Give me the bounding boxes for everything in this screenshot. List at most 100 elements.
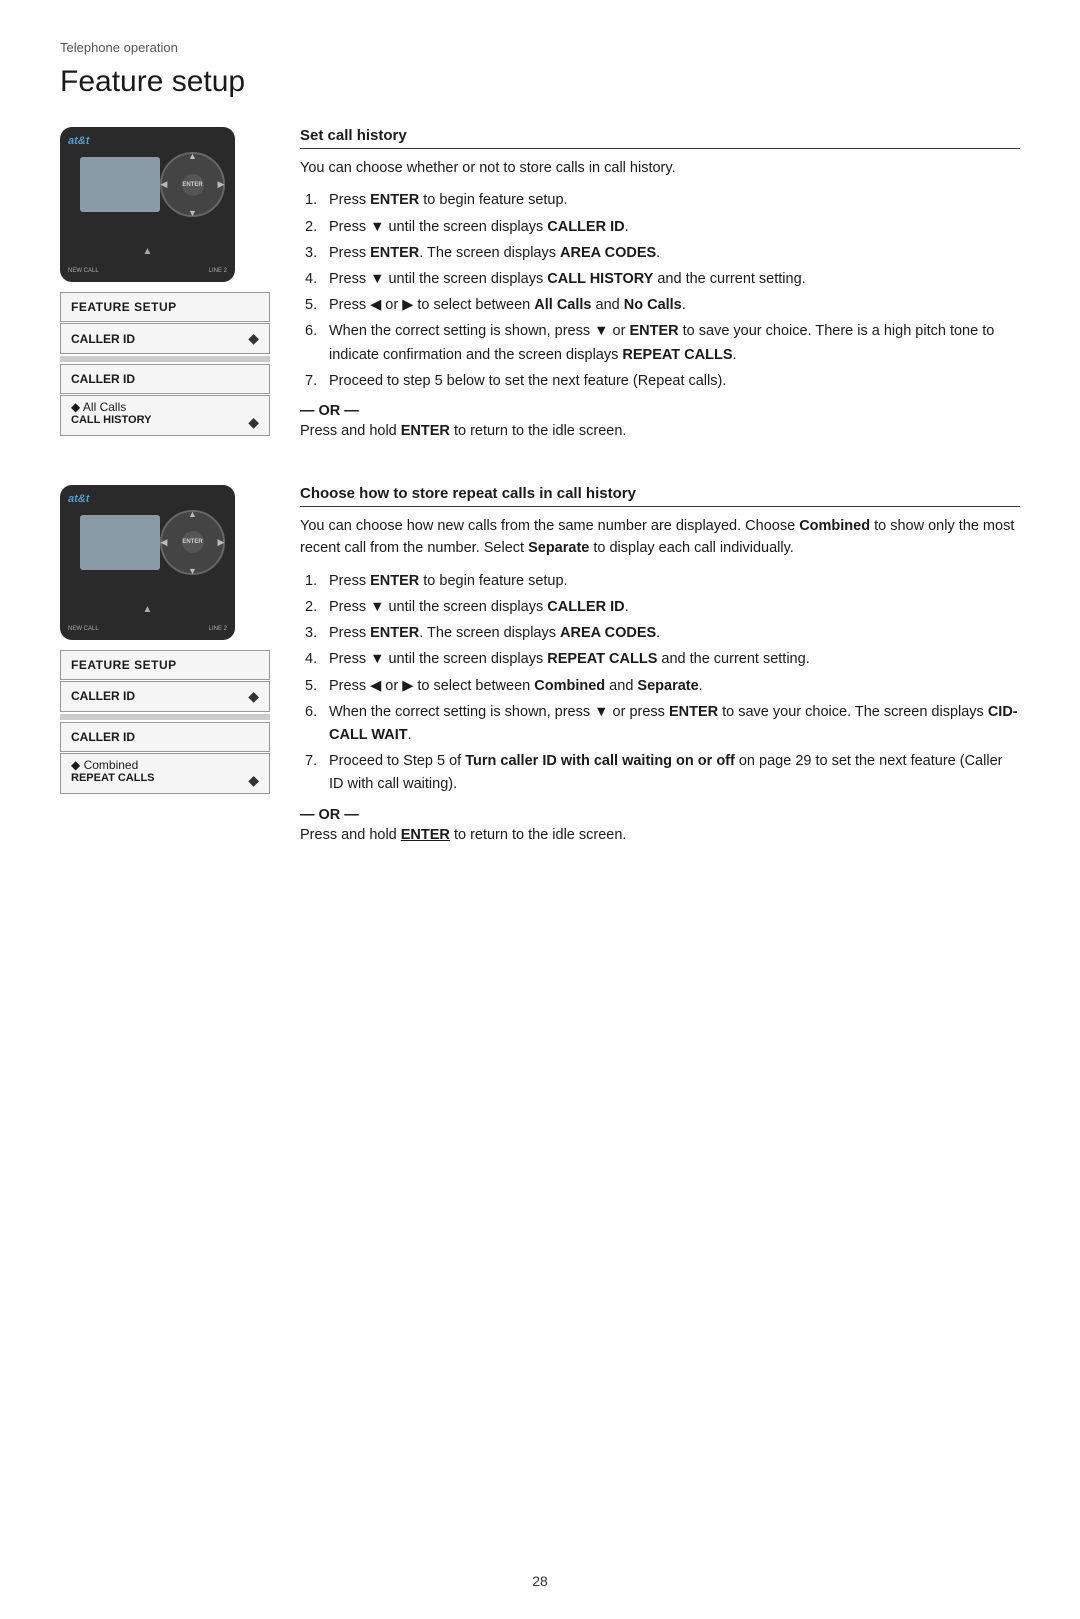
step-1-4: 4. Press ▼ until the screen displays CAL… [305, 268, 1020, 291]
step-text: When the correct setting is shown, press… [329, 320, 1020, 366]
step-1-2: 2. Press ▼ until the screen displays CAL… [305, 216, 1020, 239]
step-num: 2. [305, 216, 323, 239]
dpad-2: ENTER ▲ ▼ ◀ ▶ [160, 510, 225, 575]
underline-enter: ENTER [401, 827, 450, 843]
step-num: 7. [305, 370, 323, 393]
step-2-4: 4. Press ▼ until the screen displays REP… [305, 648, 1020, 671]
step-num: 5. [305, 294, 323, 317]
bold-separate-s2: Separate [637, 678, 698, 694]
bold-area-codes-s2: AREA CODES [560, 625, 656, 641]
section2-steps: 1. Press ENTER to begin feature setup. 2… [300, 570, 1020, 797]
lcd-all-calls: ◆ All Calls [71, 400, 126, 414]
or-text-1: Press and hold ENTER to return to the id… [300, 423, 1020, 439]
section2-right-panel: Choose how to store repeat calls in call… [300, 485, 1020, 859]
bold-callerid-s2: CALLER ID [547, 599, 624, 615]
step-num: 5. [305, 675, 323, 698]
step-text: Press ENTER to begin feature setup. [329, 189, 568, 212]
step-text: Press ▼ until the screen displays CALLER… [329, 216, 629, 239]
phone-device-2: at&t → ENTER ▲ ▼ ◀ ▶ NEW CALL LINE 2 ▲ [60, 485, 235, 640]
bold-enter-or2: ENTER [401, 827, 450, 843]
lcd-caller-id-1a: CALLER ID ◆ [60, 323, 270, 354]
step-1-7: 7. Proceed to step 5 below to set the ne… [305, 370, 1020, 393]
lcd-feature-setup-1: FEATURE SETUP [60, 292, 270, 322]
step-text: Press ▼ until the screen displays REPEAT… [329, 648, 810, 671]
dpad-1: ENTER ▲ ▼ ◀ ▶ [160, 152, 225, 217]
att-logo-1: at&t [68, 135, 89, 147]
lcd-caller-id-2a: CALLER ID ◆ [60, 681, 270, 712]
section1-title: Set call history [300, 127, 1020, 149]
phone-screen-2 [80, 515, 160, 570]
bold-enter-s2-6: ENTER [669, 704, 718, 720]
lcd-arrow-repeat-calls: ◆ [248, 772, 259, 789]
or-text-2: Press and hold ENTER to return to the id… [300, 827, 1020, 843]
lcd-text-caller-id-1a: CALLER ID [71, 332, 135, 346]
step-text: Press ENTER. The screen displays AREA CO… [329, 242, 660, 265]
lcd-combined: ◆ Combined [71, 758, 138, 772]
section1-intro: You can choose whether or not to store c… [300, 157, 1020, 179]
step-text: Proceed to step 5 below to set the next … [329, 370, 726, 393]
bold-separate-intro: Separate [528, 540, 589, 556]
lcd-arrow-2a: ◆ [248, 688, 259, 705]
step-text: Press ◀ or ▶ to select between Combined … [329, 675, 703, 698]
section1-steps: 1. Press ENTER to begin feature setup. 2… [300, 189, 1020, 393]
step-num: 7. [305, 750, 323, 796]
step-num: 6. [305, 701, 323, 747]
step-2-7: 7. Proceed to Step 5 of Turn caller ID w… [305, 750, 1020, 796]
step-num: 4. [305, 268, 323, 291]
section2-layout: at&t → ENTER ▲ ▼ ◀ ▶ NEW CALL LINE 2 ▲ [60, 485, 1020, 859]
page-container: Telephone operation Feature setup at&t →… [0, 0, 1080, 1619]
phone-device-1: at&t → ENTER ▲ ▼ ◀ ▶ NEW CALL LINE 2 [60, 127, 235, 282]
step-2-6: 6. When the correct setting is shown, pr… [305, 701, 1020, 747]
step-num: 4. [305, 648, 323, 671]
step-num: 1. [305, 570, 323, 593]
page-title: Feature setup [60, 65, 1020, 99]
or-block-1: — OR — [300, 403, 1020, 419]
step-1-6: 6. When the correct setting is shown, pr… [305, 320, 1020, 366]
lcd-feature-setup-2: FEATURE SETUP [60, 650, 270, 680]
phone-bottom-arrow-1: ▲ [143, 246, 153, 257]
step-2-2: 2. Press ▼ until the screen displays CAL… [305, 596, 1020, 619]
section2-left-panel: at&t → ENTER ▲ ▼ ◀ ▶ NEW CALL LINE 2 ▲ [60, 485, 270, 859]
step-1-3: 3. Press ENTER. The screen displays AREA… [305, 242, 1020, 265]
section1-left-panel: at&t → ENTER ▲ ▼ ◀ ▶ NEW CALL LINE 2 [60, 127, 270, 455]
lcd-arrow-call-history: ◆ [248, 414, 259, 431]
bold-all-calls: All Calls [534, 297, 591, 313]
step-num: 3. [305, 622, 323, 645]
section1-right-panel: Set call history You can choose whether … [300, 127, 1020, 455]
bold-enter: ENTER [629, 323, 678, 339]
step-1-5: 5. Press ◀ or ▶ to select between All Ca… [305, 294, 1020, 317]
lcd-caller-id-2b: CALLER ID [60, 722, 270, 752]
bold-enter-or: ENTER [401, 423, 450, 439]
bold-enter: ENTER [370, 245, 419, 261]
bold-enter-s2: ENTER [370, 573, 419, 589]
label-new-call: NEW CALL [68, 268, 99, 274]
step-num: 6. [305, 320, 323, 366]
att-logo-2: at&t [68, 493, 89, 505]
step-text: Press ▼ until the screen displays CALLER… [329, 596, 629, 619]
step-text: Press ▼ until the screen displays CALL H… [329, 268, 806, 291]
step-2-3: 3. Press ENTER. The screen displays AREA… [305, 622, 1020, 645]
lcd-call-history-label: CALL HISTORY [71, 414, 151, 431]
step-text: Press ◀ or ▶ to select between All Calls… [329, 294, 686, 317]
lcd-arrow-1a: ◆ [248, 330, 259, 347]
bold-combined-intro: Combined [799, 518, 870, 534]
bold-enter-s2-3: ENTER [370, 625, 419, 641]
or-block-2: — OR — [300, 807, 1020, 823]
step-2-5: 5. Press ◀ or ▶ to select between Combin… [305, 675, 1020, 698]
label-new-call-2: NEW CALL [68, 626, 99, 632]
step-text: Proceed to Step 5 of Turn caller ID with… [329, 750, 1020, 796]
dpad-enter-2: ENTER [182, 531, 204, 553]
dpad-enter-1: ENTER [182, 174, 204, 196]
step-2-1: 1. Press ENTER to begin feature setup. [305, 570, 1020, 593]
step-num: 3. [305, 242, 323, 265]
lcd-caller-id-1b: CALLER ID [60, 364, 270, 394]
section1-layout: at&t → ENTER ▲ ▼ ◀ ▶ NEW CALL LINE 2 [60, 127, 1020, 455]
lcd-text-caller-id-2a: CALLER ID [71, 689, 135, 703]
page-number: 28 [532, 1573, 548, 1589]
breadcrumb: Telephone operation [60, 40, 1020, 55]
bold-repeat-calls-s2: REPEAT CALLS [547, 651, 657, 667]
phone-bottom-labels-2: NEW CALL LINE 2 [68, 626, 227, 632]
phone-bottom-arrow-2: ▲ [143, 604, 153, 615]
step-num: 2. [305, 596, 323, 619]
bold-call-history: CALL HISTORY [547, 271, 653, 287]
